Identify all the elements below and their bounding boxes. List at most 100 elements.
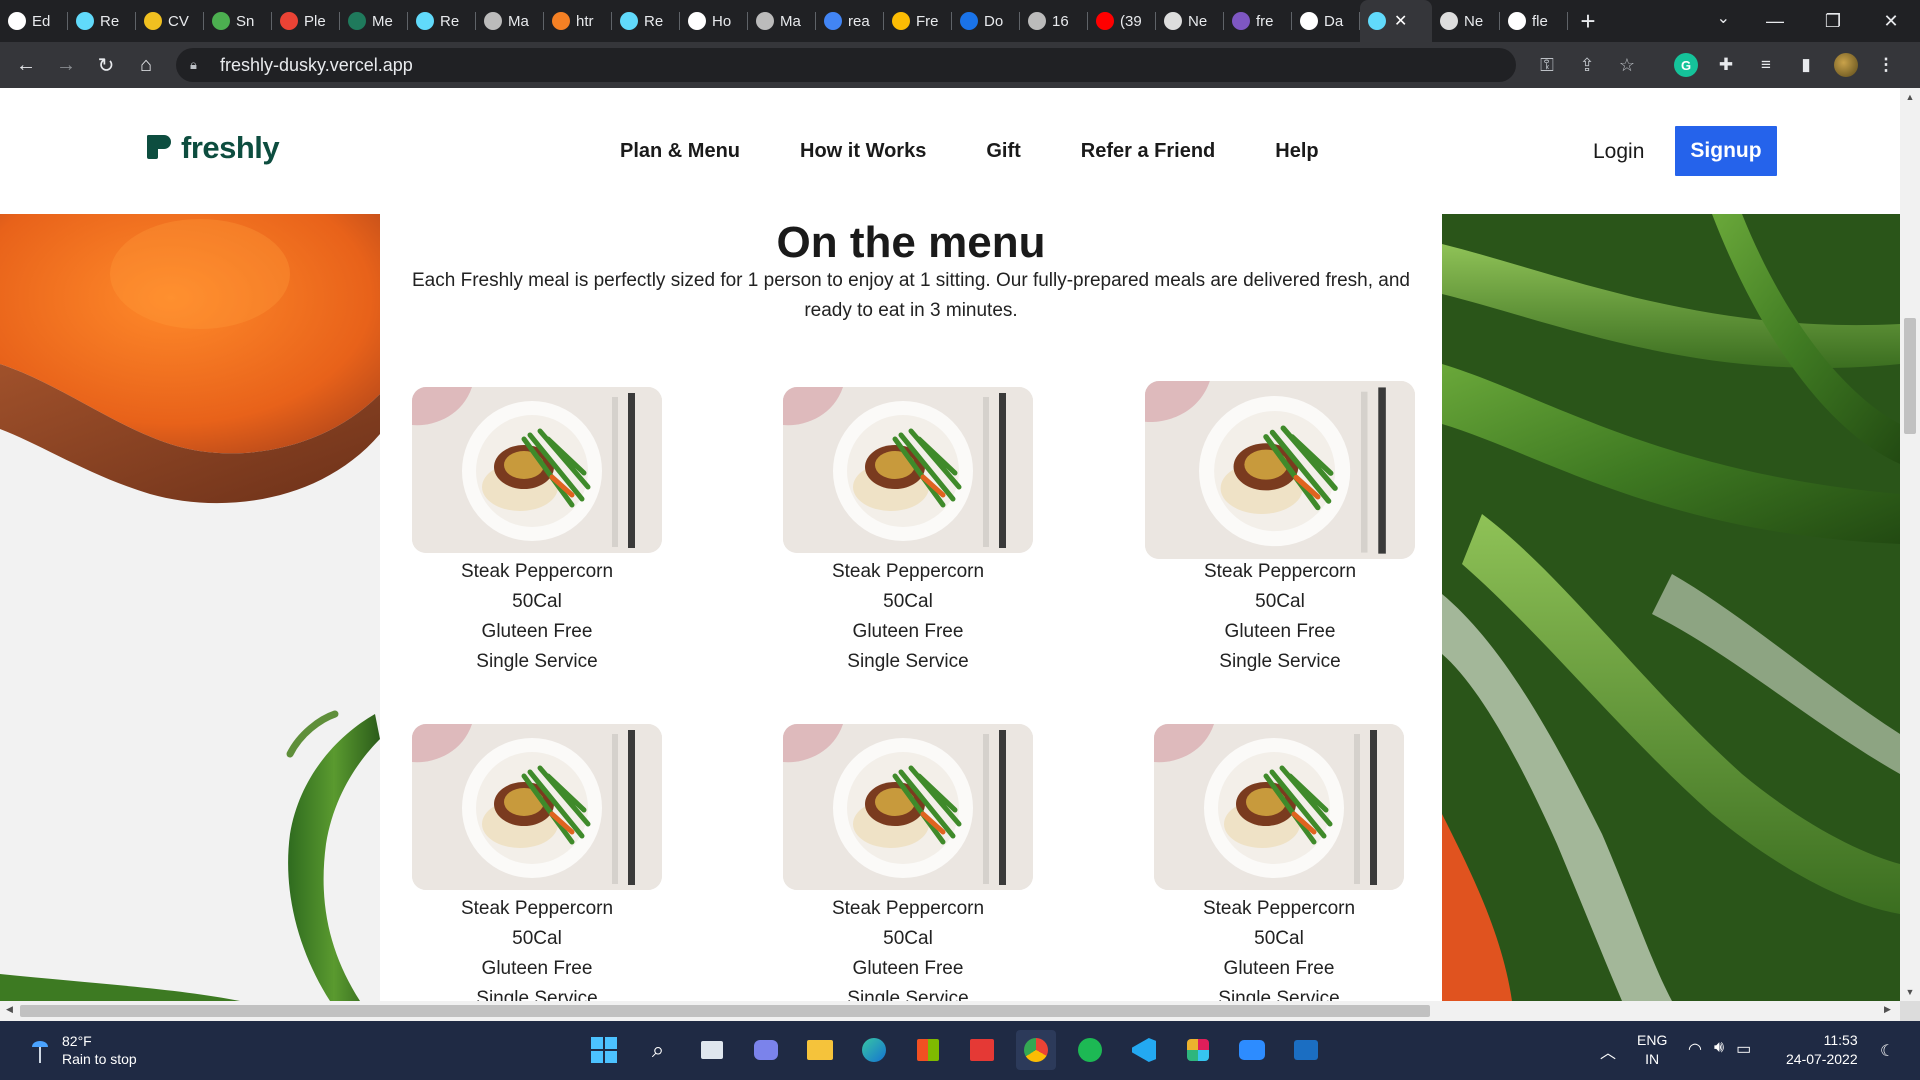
- edge-icon[interactable]: [854, 1030, 894, 1070]
- side-panel-icon[interactable]: ▮: [1794, 53, 1818, 77]
- region-code: IN: [1645, 1051, 1660, 1067]
- reload-icon[interactable]: ↻: [86, 45, 126, 85]
- browser-tab[interactable]: Ma: [476, 0, 544, 42]
- meal-card[interactable]: Steak Peppercorn 50Cal Gluteen Free Sing…: [1145, 381, 1415, 677]
- meal-serving: Single Service: [847, 988, 969, 1001]
- show-hidden-icons-chevron-icon[interactable]: ︿: [1600, 1039, 1616, 1063]
- more-menu-icon[interactable]: ⋮: [1874, 53, 1898, 77]
- back-icon[interactable]: ←: [6, 45, 46, 85]
- browser-tab[interactable]: htr: [544, 0, 612, 42]
- new-tab-icon[interactable]: +: [1568, 0, 1608, 42]
- vscode-icon[interactable]: [1124, 1030, 1164, 1070]
- browser-tab[interactable]: Sn: [204, 0, 272, 42]
- scroll-up-arrow-icon[interactable]: ▲: [1904, 92, 1916, 102]
- clock[interactable]: 11:53 24-07-2022: [1786, 1031, 1858, 1069]
- browser-tab[interactable]: Re: [408, 0, 476, 42]
- nav-gift[interactable]: Gift: [986, 140, 1020, 163]
- tab-search-chevron-icon[interactable]: ⌄: [1717, 8, 1730, 28]
- brand-name: freshly: [181, 130, 280, 165]
- browser-tab[interactable]: Re: [612, 0, 680, 42]
- globe-icon: [1028, 12, 1046, 30]
- browser-tab[interactable]: Fre: [884, 0, 952, 42]
- weather-widget[interactable]: 82°F Rain to stop: [30, 1033, 137, 1067]
- spotify-icon[interactable]: [1070, 1030, 1110, 1070]
- browser-tab[interactable]: fle: [1500, 0, 1568, 42]
- chat-icon[interactable]: [746, 1030, 786, 1070]
- freshly-logo[interactable]: freshly: [147, 130, 280, 166]
- key-icon[interactable]: ⚿: [1536, 55, 1558, 76]
- browser-tab[interactable]: Ple: [272, 0, 340, 42]
- scroll-down-arrow-icon[interactable]: ▼: [1904, 987, 1916, 997]
- meal-card[interactable]: Steak Peppercorn 50Cal Gluteen Free Sing…: [412, 724, 662, 1001]
- steak-plate-icon: [783, 724, 1033, 890]
- browser-tab[interactable]: Re: [68, 0, 136, 42]
- zoom-icon[interactable]: [1232, 1030, 1272, 1070]
- nav-help[interactable]: Help: [1275, 140, 1318, 163]
- browser-tab[interactable]: Ho: [680, 0, 748, 42]
- scroll-right-arrow-icon[interactable]: ▶: [1884, 1004, 1891, 1015]
- restore-icon[interactable]: ❐: [1804, 11, 1862, 32]
- vertical-scrollbar[interactable]: ▲ ▼: [1900, 88, 1920, 1001]
- lock-icon[interactable]: 🔒︎: [190, 57, 206, 73]
- tab-title: (39: [1120, 12, 1142, 30]
- search-icon[interactable]: ⌕: [638, 1030, 678, 1070]
- tab-title: fre: [1256, 12, 1274, 30]
- address-bar[interactable]: 🔒︎ freshly-dusky.vercel.app: [176, 48, 1516, 82]
- login-link[interactable]: Login: [1593, 140, 1644, 164]
- tab-title: Da: [1324, 12, 1344, 30]
- profile-avatar[interactable]: [1834, 53, 1858, 77]
- meal-calories: 50Cal: [883, 591, 933, 612]
- browser-tab[interactable]: Ne: [1432, 0, 1500, 42]
- gift-app-icon[interactable]: [962, 1030, 1002, 1070]
- file-explorer-icon[interactable]: [800, 1030, 840, 1070]
- browser-tab[interactable]: Ed: [0, 0, 68, 42]
- browser-tab[interactable]: rea: [816, 0, 884, 42]
- start-windows-icon[interactable]: [584, 1030, 624, 1070]
- nav-how-it-works[interactable]: How it Works: [800, 140, 926, 163]
- browser-tab[interactable]: Ma: [748, 0, 816, 42]
- bookmark-star-icon[interactable]: ☆: [1616, 55, 1638, 76]
- grammarly-icon[interactable]: G: [1674, 53, 1698, 77]
- browser-tab[interactable]: fre: [1224, 0, 1292, 42]
- nav-plan-menu[interactable]: Plan & Menu: [620, 140, 740, 163]
- close-window-icon[interactable]: ✕: [1862, 11, 1920, 32]
- horizontal-scrollbar[interactable]: ◀ ▶: [0, 1001, 1900, 1021]
- browser-tab[interactable]: 16: [1020, 0, 1088, 42]
- meal-card[interactable]: Steak Peppercorn 50Cal Gluteen Free Sing…: [783, 387, 1033, 677]
- media-player-icon[interactable]: [1286, 1030, 1326, 1070]
- browser-tab-active[interactable]: ✕: [1360, 0, 1432, 42]
- forward-icon[interactable]: →: [46, 45, 86, 85]
- chrome-icon[interactable]: [1016, 1030, 1056, 1070]
- browser-toolbar: ← → ↻ ⌂ 🔒︎ freshly-dusky.vercel.app ⚿ ⇪ …: [0, 42, 1920, 88]
- close-tab-icon[interactable]: ✕: [1394, 11, 1407, 31]
- omnibox-actions: ⚿ ⇪ ☆: [1536, 48, 1638, 82]
- meal-card[interactable]: Steak Peppercorn 50Cal Gluteen Free Sing…: [1154, 724, 1404, 1001]
- slack-icon[interactable]: [1178, 1030, 1218, 1070]
- language-indicator[interactable]: ENG IN: [1637, 1031, 1667, 1069]
- browser-tab[interactable]: Do: [952, 0, 1020, 42]
- browser-tab[interactable]: Da: [1292, 0, 1360, 42]
- volume-icon: 🔊︎: [1713, 1039, 1725, 1056]
- horizontal-scroll-thumb[interactable]: [20, 1005, 1430, 1017]
- home-icon[interactable]: ⌂: [126, 45, 166, 85]
- browser-tab[interactable]: (39: [1088, 0, 1156, 42]
- browser-tab[interactable]: CV: [136, 0, 204, 42]
- notifications-icon[interactable]: ☾: [1880, 1041, 1894, 1061]
- puzzle-extensions-icon[interactable]: ✚: [1714, 53, 1738, 77]
- browser-tab[interactable]: Ne: [1156, 0, 1224, 42]
- share-icon[interactable]: ⇪: [1576, 55, 1598, 76]
- store-icon[interactable]: [908, 1030, 948, 1070]
- meal-card[interactable]: Steak Peppercorn 50Cal Gluteen Free Sing…: [783, 724, 1033, 1001]
- task-view-icon[interactable]: [692, 1030, 732, 1070]
- signup-button[interactable]: Signup: [1675, 126, 1777, 176]
- browser-tab[interactable]: Me: [340, 0, 408, 42]
- minimize-icon[interactable]: —: [1746, 11, 1804, 32]
- scroll-left-arrow-icon[interactable]: ◀: [6, 1004, 13, 1015]
- media-queue-icon[interactable]: ≡: [1754, 53, 1778, 77]
- tab-title: Ne: [1188, 12, 1208, 30]
- nav-refer-friend[interactable]: Refer a Friend: [1081, 140, 1215, 163]
- system-tray[interactable]: ◠ 🔊︎ ▭: [1688, 1039, 1751, 1059]
- meal-card[interactable]: Steak Peppercorn 50Cal Gluteen Free Sing…: [412, 387, 662, 677]
- vertical-scroll-thumb[interactable]: [1904, 318, 1916, 434]
- react-icon: [76, 12, 94, 30]
